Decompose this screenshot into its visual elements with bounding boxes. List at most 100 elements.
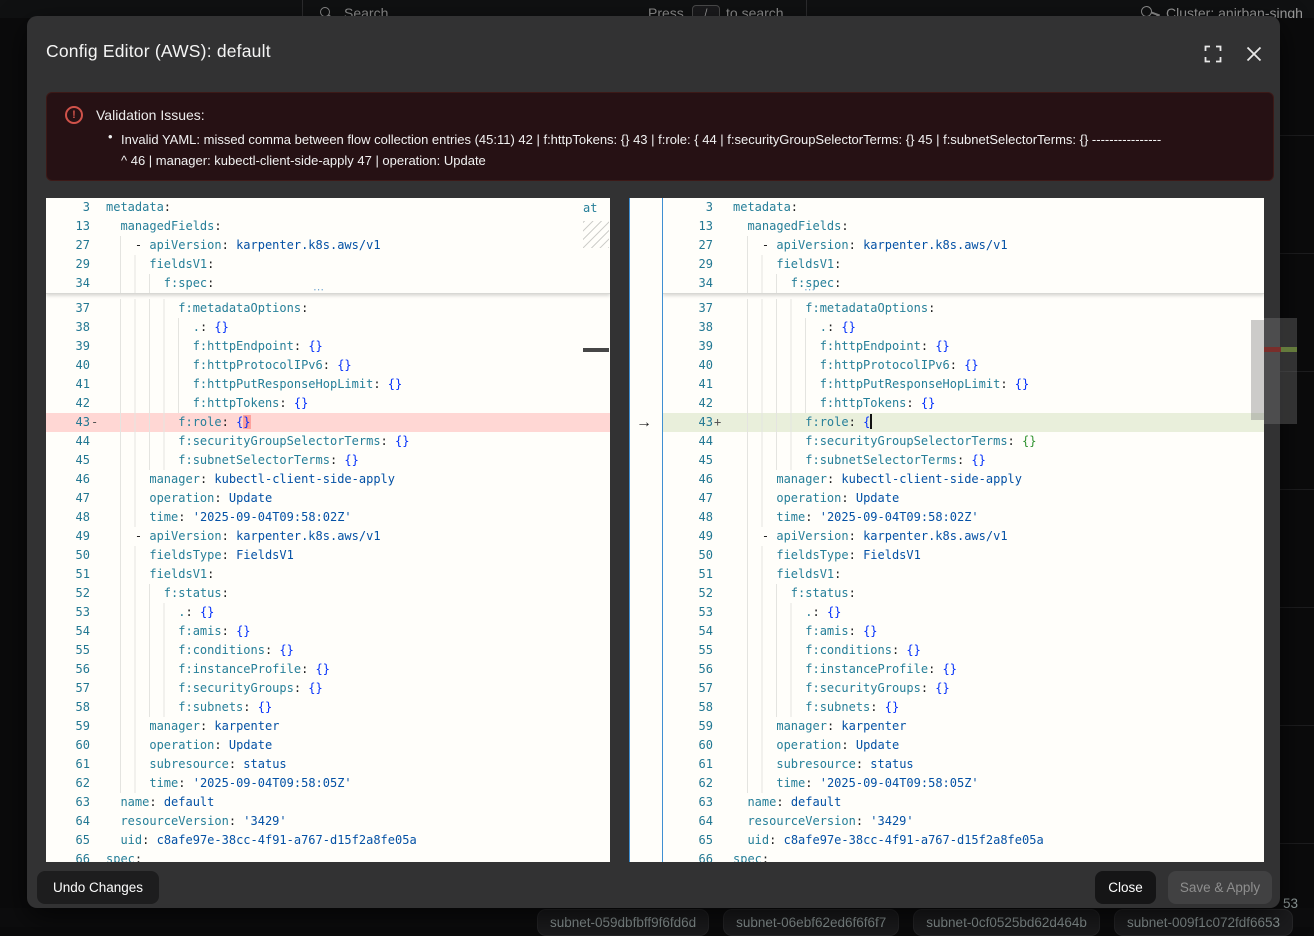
code-line-37[interactable]: 37 f:metadataOptions:: [663, 299, 1264, 318]
code-line-40[interactable]: 40 f:httpProtocolIPv6: {}: [46, 356, 610, 375]
code-line-51[interactable]: 51 fieldsV1:: [663, 565, 1264, 584]
code-line-45[interactable]: 45 f:subnetSelectorTerms: {}: [663, 451, 1264, 470]
subnet-chip: subnet-009f1c072fdf6653: [1114, 909, 1293, 936]
code-line-48[interactable]: 48 time: '2025-09-04T09:58:02Z': [46, 508, 610, 527]
code-line-50[interactable]: 50 fieldsType: FieldsV1: [663, 546, 1264, 565]
code-line-37[interactable]: 37 f:metadataOptions:: [46, 299, 610, 318]
code-line-43[interactable]: 43+ f:role: {: [663, 413, 1264, 432]
code-line-66[interactable]: 66spec:: [663, 850, 1264, 862]
code-line-27[interactable]: 27 - apiVersion: karpenter.k8s.aws/v1: [663, 236, 1264, 255]
code-line-39[interactable]: 39 f:httpEndpoint: {}: [663, 337, 1264, 356]
diff-sign: [713, 622, 728, 641]
diff-original-pane[interactable]: 37 f:metadataOptions:38 .: {}39 f:httpEn…: [46, 198, 610, 862]
original-scrollbar-mark[interactable]: [583, 348, 609, 352]
diff-sign: [90, 755, 101, 774]
code-line-47[interactable]: 47 operation: Update: [46, 489, 610, 508]
diff-overview-ruler[interactable]: [1264, 198, 1297, 862]
code-line-43[interactable]: 43- f:role: {}: [46, 413, 610, 432]
indent-guides: [747, 774, 762, 793]
close-button[interactable]: Close: [1095, 871, 1156, 904]
fullscreen-expand-button[interactable]: [1204, 43, 1226, 65]
code-line-54[interactable]: 54 f:amis: {}: [46, 622, 610, 641]
code-line-51[interactable]: 51 fieldsV1:: [46, 565, 610, 584]
folded-lines-indicator[interactable]: ⋯: [313, 283, 325, 296]
code-line-50[interactable]: 50 fieldsType: FieldsV1: [46, 546, 610, 565]
indent-guides: [120, 356, 179, 375]
code-line-53[interactable]: 53 .: {}: [663, 603, 1264, 622]
undo-changes-button[interactable]: Undo Changes: [37, 871, 159, 904]
code-line-59[interactable]: 59 manager: karpenter: [663, 717, 1264, 736]
code-line-64[interactable]: 64 resourceVersion: '3429': [663, 812, 1264, 831]
code-line-57[interactable]: 57 f:securityGroups: {}: [46, 679, 610, 698]
code-line-60[interactable]: 60 operation: Update: [663, 736, 1264, 755]
code-line-49[interactable]: 49 - apiVersion: karpenter.k8s.aws/v1: [663, 527, 1264, 546]
code-line-49[interactable]: 49 - apiVersion: karpenter.k8s.aws/v1: [46, 527, 610, 546]
alert-message: Invalid YAML: missed comma between flow …: [121, 129, 1266, 171]
code-text: operation: Update: [733, 489, 899, 508]
overview-deletion-mark: [1264, 347, 1281, 352]
code-line-27[interactable]: 27 - apiVersion: karpenter.k8s.aws/v1: [46, 236, 610, 255]
code-line-56[interactable]: 56 f:instanceProfile: {}: [46, 660, 610, 679]
line-number: 63: [663, 793, 713, 812]
code-line-54[interactable]: 54 f:amis: {}: [663, 622, 1264, 641]
code-line-29[interactable]: 29 fieldsV1:: [663, 255, 1264, 274]
diff-modified-pane[interactable]: 37 f:metadataOptions:38 .: {}39 f:httpEn…: [663, 198, 1264, 862]
code-line-66[interactable]: 66spec:: [46, 850, 610, 862]
line-number: 39: [663, 337, 713, 356]
code-line-48[interactable]: 48 time: '2025-09-04T09:58:02Z': [663, 508, 1264, 527]
code-line-52[interactable]: 52 f:status:: [46, 584, 610, 603]
code-line-58[interactable]: 58 f:subnets: {}: [46, 698, 610, 717]
code-line-55[interactable]: 55 f:conditions: {}: [663, 641, 1264, 660]
code-line-40[interactable]: 40 f:httpProtocolIPv6: {}: [663, 356, 1264, 375]
code-line-29[interactable]: 29 fieldsV1:: [46, 255, 610, 274]
code-line-56[interactable]: 56 f:instanceProfile: {}: [663, 660, 1264, 679]
modified-scrollbar-slider[interactable]: [1251, 320, 1264, 420]
code-line-13[interactable]: 13 managedFields:: [663, 217, 1264, 236]
code-line-61[interactable]: 61 subresource: status: [46, 755, 610, 774]
revert-change-arrow-icon[interactable]: →: [636, 413, 652, 432]
modal-close-button[interactable]: [1245, 43, 1267, 65]
code-line-46[interactable]: 46 manager: kubectl-client-side-apply: [46, 470, 610, 489]
code-line-45[interactable]: 45 f:subnetSelectorTerms: {}: [46, 451, 610, 470]
diff-sign: [90, 236, 101, 255]
code-line-38[interactable]: 38 .: {}: [46, 318, 610, 337]
code-line-60[interactable]: 60 operation: Update: [46, 736, 610, 755]
code-line-52[interactable]: 52 f:status:: [663, 584, 1264, 603]
code-line-65[interactable]: 65 uid: c8afe97e-38cc-4f91-a767-d15f2a8f…: [663, 831, 1264, 850]
indent-guides: [120, 546, 135, 565]
code-line-47[interactable]: 47 operation: Update: [663, 489, 1264, 508]
code-line-42[interactable]: 42 f:httpTokens: {}: [46, 394, 610, 413]
code-line-57[interactable]: 57 f:securityGroups: {}: [663, 679, 1264, 698]
code-line-53[interactable]: 53 .: {}: [46, 603, 610, 622]
code-line-38[interactable]: 38 .: {}: [663, 318, 1264, 337]
line-number: 34: [663, 274, 713, 293]
code-line-34[interactable]: 34 f:spec:: [663, 274, 1264, 293]
diff-sign: [90, 641, 101, 660]
indent-guides: [747, 736, 762, 755]
folded-lines-indicator[interactable]: ⋯: [804, 283, 816, 296]
code-line-3[interactable]: 3metadata:: [46, 198, 610, 217]
code-line-3[interactable]: 3metadata:: [663, 198, 1264, 217]
code-line-42[interactable]: 42 f:httpTokens: {}: [663, 394, 1264, 413]
code-line-55[interactable]: 55 f:conditions: {}: [46, 641, 610, 660]
code-line-41[interactable]: 41 f:httpPutResponseHopLimit: {}: [663, 375, 1264, 394]
code-line-44[interactable]: 44 f:securityGroupSelectorTerms: {}: [663, 432, 1264, 451]
code-line-13[interactable]: 13 managedFields:: [46, 217, 610, 236]
line-number: 66: [663, 850, 713, 862]
code-line-63[interactable]: 63 name: default: [46, 793, 610, 812]
code-line-46[interactable]: 46 manager: kubectl-client-side-apply: [663, 470, 1264, 489]
code-line-63[interactable]: 63 name: default: [663, 793, 1264, 812]
save-apply-button[interactable]: Save & Apply: [1168, 871, 1272, 904]
code-line-59[interactable]: 59 manager: karpenter: [46, 717, 610, 736]
code-line-39[interactable]: 39 f:httpEndpoint: {}: [46, 337, 610, 356]
code-line-41[interactable]: 41 f:httpPutResponseHopLimit: {}: [46, 375, 610, 394]
code-line-61[interactable]: 61 subresource: status: [663, 755, 1264, 774]
code-text: - apiVersion: karpenter.k8s.aws/v1: [106, 236, 381, 255]
code-line-62[interactable]: 62 time: '2025-09-04T09:58:05Z': [663, 774, 1264, 793]
code-line-65[interactable]: 65 uid: c8afe97e-38cc-4f91-a767-d15f2a8f…: [46, 831, 610, 850]
code-line-64[interactable]: 64 resourceVersion: '3429': [46, 812, 610, 831]
code-line-34[interactable]: 34 f:spec:: [46, 274, 610, 293]
code-line-44[interactable]: 44 f:securityGroupSelectorTerms: {}: [46, 432, 610, 451]
code-line-58[interactable]: 58 f:subnets: {}: [663, 698, 1264, 717]
code-line-62[interactable]: 62 time: '2025-09-04T09:58:05Z': [46, 774, 610, 793]
